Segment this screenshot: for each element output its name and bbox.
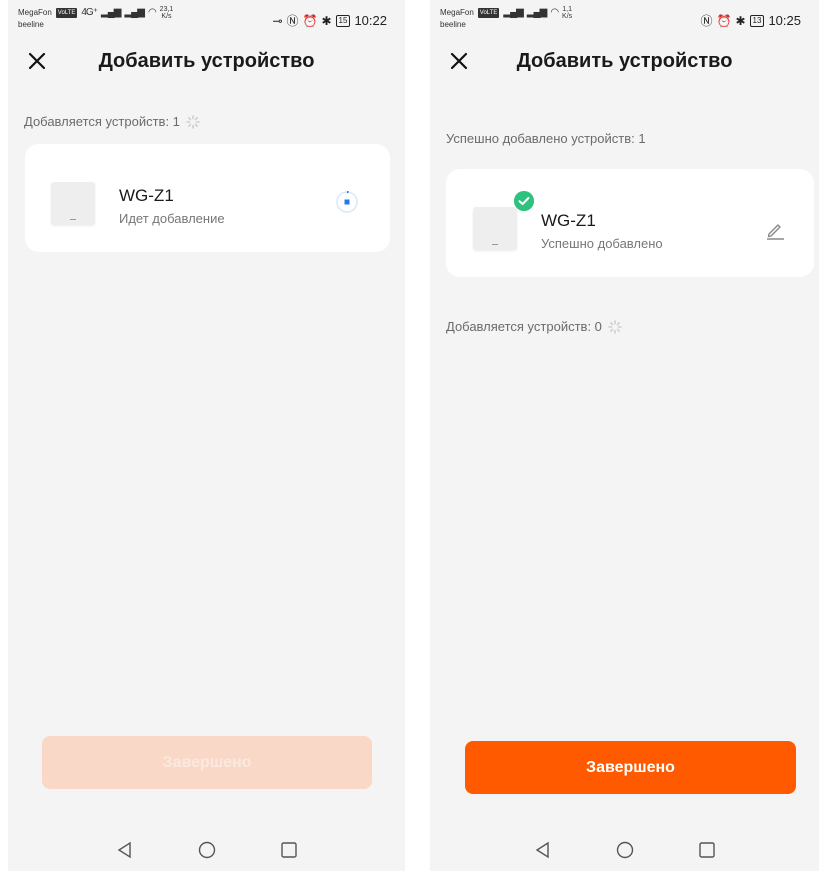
signal-icon: ▂▄▆ <box>101 7 121 18</box>
device-card[interactable]: WG-Z1 Успешно добавлено <box>446 169 814 277</box>
net-speed: 23,1 K/s <box>159 6 174 20</box>
header: Добавить устройство <box>430 40 819 84</box>
spinner-icon <box>186 114 200 129</box>
bluetooth-icon: ✱ <box>321 13 332 28</box>
battery-icon: 13 <box>749 14 765 27</box>
status-time: 10:22 <box>354 13 387 28</box>
system-nav-bar <box>8 828 405 871</box>
back-icon[interactable] <box>115 840 135 860</box>
carrier-info: MegaFon VoLTE ▂▄▆ ▂▄▆ ◠ 1,1 K/s beeline <box>440 6 572 30</box>
device-image <box>473 207 517 249</box>
home-icon[interactable] <box>197 840 217 860</box>
screen-added: MegaFon VoLTE ▂▄▆ ▂▄▆ ◠ 1,1 K/s beeline Ⓝ… <box>430 0 819 871</box>
status-icons: Ⓝ ⏰ ✱ 13 10:25 <box>701 12 801 29</box>
wifi-icon: ◠ <box>147 7 157 18</box>
back-icon[interactable] <box>533 840 553 860</box>
edit-icon[interactable] <box>764 219 786 241</box>
home-icon[interactable] <box>615 840 635 860</box>
battery-icon: 15 <box>335 14 351 27</box>
device-name: WG-Z1 <box>541 211 596 230</box>
bluetooth-icon: ✱ <box>735 13 746 28</box>
status-icons: ⊸ Ⓝ ⏰ ✱ 15 10:22 <box>272 12 387 29</box>
status-bar: MegaFon VoLTE 4G⁺ ▂▄▆ ▂▄▆ ◠ 23,1 K/s beel… <box>8 0 405 34</box>
system-nav-bar <box>430 828 819 871</box>
spinner-icon <box>608 319 622 334</box>
volte-badge: VoLTE <box>55 8 78 18</box>
adding-count-label: Добавляется устройств: 0 <box>446 319 622 334</box>
screen-adding: MegaFon VoLTE 4G⁺ ▂▄▆ ▂▄▆ ◠ 23,1 K/s beel… <box>8 0 405 871</box>
device-status: Идет добавление <box>119 211 225 226</box>
alarm-icon: ⏰ <box>302 13 318 28</box>
status-time: 10:25 <box>768 13 801 28</box>
progress-icon <box>336 191 358 213</box>
adding-count-text: Добавляется устройств: 1 <box>24 114 180 129</box>
page-title: Добавить устройство <box>516 50 733 72</box>
device-name: WG-Z1 <box>119 186 174 205</box>
net-speed: 1,1 K/s <box>562 6 573 20</box>
check-icon <box>514 191 534 211</box>
carrier-primary: MegaFon <box>440 8 474 17</box>
carrier-secondary: beeline <box>18 20 44 29</box>
done-button[interactable]: Завершено <box>465 741 796 794</box>
network-type: 4G⁺ <box>81 7 98 18</box>
header: Добавить устройство <box>8 40 405 84</box>
volte-badge: VoLTE <box>477 8 500 18</box>
status-bar: MegaFon VoLTE ▂▄▆ ▂▄▆ ◠ 1,1 K/s beeline Ⓝ… <box>430 0 819 34</box>
carrier-info: MegaFon VoLTE 4G⁺ ▂▄▆ ▂▄▆ ◠ 23,1 K/s beel… <box>18 6 173 30</box>
wifi-icon: ◠ <box>550 7 559 18</box>
success-count-label: Успешно добавлено устройств: 1 <box>446 131 646 146</box>
device-image <box>51 182 95 224</box>
key-icon: ⊸ <box>272 13 283 28</box>
done-button[interactable]: Завершено <box>42 736 372 789</box>
signal-icon-2: ▂▄▆ <box>124 7 144 18</box>
nfc-icon: Ⓝ <box>286 14 299 28</box>
nfc-icon: Ⓝ <box>700 14 713 28</box>
device-card[interactable]: WG-Z1 Идет добавление <box>25 144 390 252</box>
recents-icon[interactable] <box>697 840 717 860</box>
adding-count-text: Добавляется устройств: 0 <box>446 319 602 334</box>
adding-count-label: Добавляется устройств: 1 <box>24 114 200 129</box>
carrier-secondary: beeline <box>440 20 466 29</box>
device-status: Успешно добавлено <box>541 236 663 251</box>
page-title: Добавить устройство <box>98 50 315 72</box>
signal-icon-2: ▂▄▆ <box>526 7 547 18</box>
recents-icon[interactable] <box>279 840 299 860</box>
carrier-primary: MegaFon <box>18 8 52 17</box>
alarm-icon: ⏰ <box>716 13 732 28</box>
signal-icon: ▂▄▆ <box>503 7 523 18</box>
